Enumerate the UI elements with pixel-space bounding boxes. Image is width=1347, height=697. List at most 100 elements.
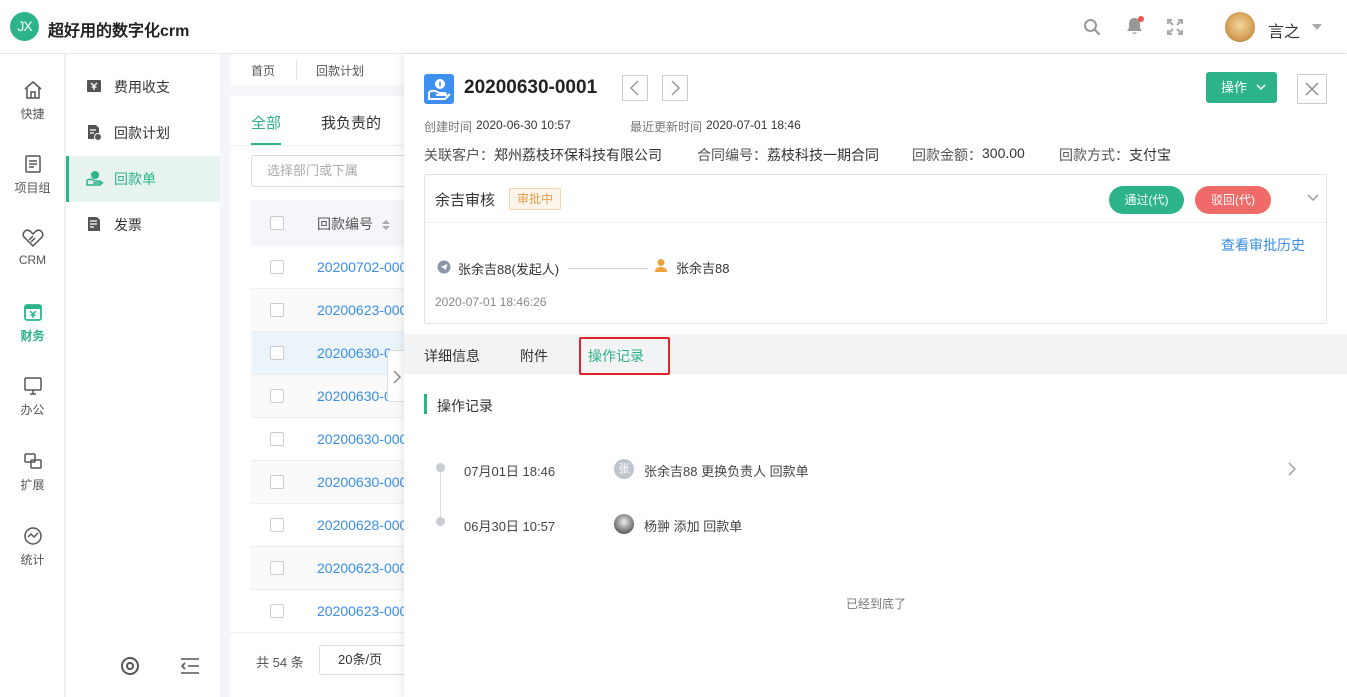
receipt-number-link[interactable]: 20200623-000 — [317, 603, 411, 619]
user-avatar[interactable] — [1225, 12, 1255, 42]
page-size-select[interactable]: 20条/页 — [319, 645, 409, 675]
sub-item-receipt[interactable]: 回款单 — [66, 156, 220, 202]
breadcrumb-payment-plan[interactable]: 回款计划 — [316, 62, 364, 79]
receipt-number-link[interactable]: 20200623-000 — [317, 302, 411, 318]
user-name[interactable]: 言之 — [1268, 18, 1300, 42]
avatar — [614, 514, 634, 534]
chevron-left-icon — [629, 80, 639, 96]
row-checkbox[interactable] — [270, 604, 284, 618]
rail-item-extend[interactable]: 扩展 — [0, 451, 65, 493]
chevron-down-icon — [1256, 84, 1266, 91]
reject-button[interactable]: 驳回(代) — [1195, 186, 1271, 214]
tab-mine[interactable]: 我负责的 — [321, 112, 381, 133]
table-header: 回款编号 — [251, 200, 411, 246]
sub-item-payment-plan[interactable]: 回款计划 — [66, 110, 220, 156]
receipt-number-link[interactable]: 20200628-000 — [317, 517, 411, 533]
tab-all[interactable]: 全部 — [251, 112, 281, 133]
receipt-number-link[interactable]: 20200702-000 — [317, 259, 411, 275]
table-row[interactable]: 20200702-000 — [251, 246, 411, 289]
chevron-right-icon — [393, 370, 401, 384]
table-row[interactable]: 20200630-000 — [251, 461, 411, 504]
table-row[interactable]: 20200623-000 — [251, 547, 411, 590]
chevron-down-icon[interactable] — [1312, 24, 1322, 30]
table-row[interactable]: 20200623-000 — [251, 590, 411, 633]
created-time-value: 2020-06-30 10:57 — [476, 118, 571, 132]
payment-method-label: 回款方式： — [1059, 147, 1129, 163]
customer-value: 郑州荔枝环保科技有限公司 — [494, 147, 662, 163]
approve-button[interactable]: 通过(代) — [1109, 186, 1184, 214]
row-checkbox[interactable] — [270, 475, 284, 489]
notification-dot — [1138, 16, 1144, 22]
expense-icon — [87, 80, 101, 92]
rail-item-finance[interactable]: 财务 — [0, 302, 65, 344]
approval-history-link[interactable]: 查看审批历史 — [1221, 235, 1305, 255]
row-checkbox[interactable] — [270, 561, 284, 575]
search-icon[interactable] — [1083, 18, 1101, 36]
tab-details[interactable]: 详细信息 — [424, 346, 480, 366]
next-record-button[interactable] — [662, 75, 688, 101]
receipt-number-link[interactable]: 20200630-000 — [317, 474, 411, 490]
rail-item-stats[interactable]: 统计 — [0, 526, 65, 568]
rail-item-project[interactable]: 项目组 — [0, 154, 65, 196]
highlight-box — [579, 337, 670, 375]
row-checkbox[interactable] — [270, 260, 284, 274]
sub-item-label: 回款计划 — [114, 125, 170, 141]
column-header-number[interactable]: 回款编号 — [317, 214, 391, 234]
log-time: 06月30日 10:57 — [464, 519, 556, 534]
log-text: 杨翀 添加 回款单 — [644, 519, 743, 534]
updated-time-label: 最近更新时间 — [630, 120, 703, 134]
finance-sub-sidebar: 费用收支 回款计划 回款单 发票 — [66, 54, 220, 697]
rail-item-office[interactable]: 办公 — [0, 376, 65, 418]
chevron-right-icon[interactable] — [1287, 462, 1297, 476]
row-checkbox[interactable] — [270, 432, 284, 446]
chart-icon — [23, 527, 42, 545]
timeline-line — [440, 469, 441, 521]
panel-collapse-handle[interactable] — [387, 350, 405, 402]
sub-item-invoice[interactable]: 发票 — [66, 202, 220, 248]
department-select[interactable]: 选择部门或下属 — [251, 155, 411, 187]
table-row[interactable]: 20200628-000 — [251, 504, 411, 547]
contract-value: 荔枝科技一期合同 — [767, 147, 879, 163]
rail-item-label: 统计 — [20, 553, 45, 567]
receipt-icon — [424, 74, 454, 104]
receipt-number-link[interactable]: 20200630-000 — [317, 431, 411, 447]
chevron-down-icon[interactable] — [1306, 193, 1320, 203]
column-header-label: 回款编号 — [317, 216, 373, 232]
amount-value: 300.00 — [982, 145, 1025, 161]
invoice-icon — [88, 217, 100, 231]
sub-item-label: 费用收支 — [114, 79, 170, 95]
timeline-dot — [436, 463, 445, 472]
close-button[interactable] — [1297, 74, 1327, 104]
settings-icon[interactable] — [120, 656, 140, 676]
tab-attachments[interactable]: 附件 — [520, 346, 548, 366]
app-logo[interactable]: JX — [10, 12, 39, 41]
home-icon — [24, 81, 41, 99]
row-checkbox[interactable] — [270, 346, 284, 360]
contract-label: 合同编号： — [697, 147, 767, 163]
row-checkbox[interactable] — [270, 518, 284, 532]
monitor-icon — [23, 377, 42, 395]
breadcrumb-home[interactable]: 首页 — [251, 62, 275, 79]
previous-record-button[interactable] — [622, 75, 648, 101]
sub-item-expense[interactable]: 费用收支 — [66, 64, 220, 110]
table-row[interactable]: 20200623-000 — [251, 289, 411, 332]
expand-icon[interactable] — [1167, 19, 1183, 35]
close-icon — [1305, 82, 1319, 96]
select-all-checkbox[interactable] — [270, 216, 284, 230]
rail-item-label: 办公 — [20, 403, 45, 417]
approval-title: 余吉审核 — [435, 192, 496, 209]
operate-dropdown-button[interactable]: 操作 — [1206, 72, 1277, 103]
plan-icon — [88, 125, 102, 141]
collapse-sidebar-icon[interactable] — [180, 657, 200, 675]
row-checkbox[interactable] — [270, 303, 284, 317]
receipt-number-link[interactable]: 20200623-000 — [317, 560, 411, 576]
customer-label: 关联客户： — [424, 147, 494, 163]
rail-item-crm[interactable]: CRM — [0, 228, 65, 267]
top-bar — [0, 0, 1347, 54]
rail-item-quick[interactable]: 快捷 — [0, 80, 65, 122]
sort-icon[interactable] — [381, 219, 391, 231]
amount-label: 回款金额： — [912, 147, 982, 163]
table-row[interactable]: 20200630-000 — [251, 418, 411, 461]
row-checkbox[interactable] — [270, 389, 284, 403]
operate-button-label: 操作 — [1221, 80, 1248, 95]
